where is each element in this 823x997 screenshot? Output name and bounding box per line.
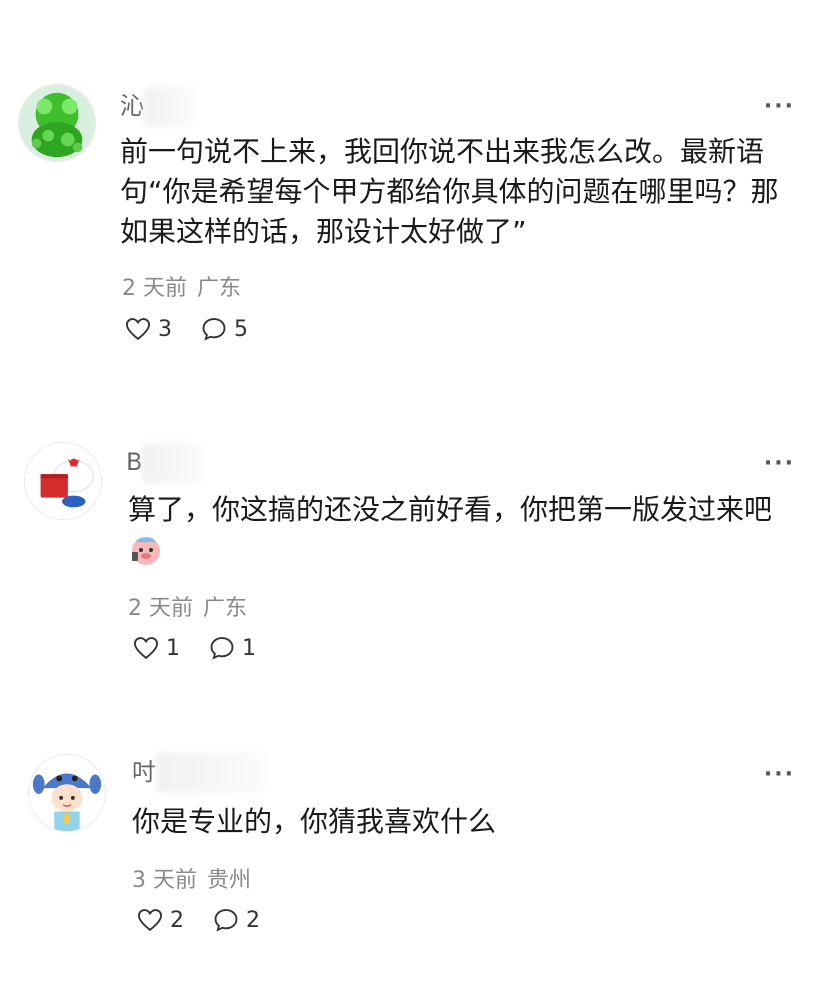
username-redacted [156, 753, 268, 793]
comment-actions: 3 5 [124, 315, 276, 343]
avatar[interactable] [28, 754, 106, 832]
comment-time: 2 天前 [128, 596, 193, 621]
like-button[interactable]: 2 [136, 906, 184, 934]
comment-bubble-icon [214, 909, 238, 932]
avatar[interactable] [18, 84, 96, 162]
username[interactable]: 吋 [132, 752, 268, 793]
more-options-icon[interactable]: ··· [764, 96, 795, 118]
comment-time: 2 天前 [122, 276, 187, 301]
comment-time: 3 天前 [132, 868, 197, 893]
comment-location: 贵州 [207, 868, 252, 893]
comment-bubble-icon [210, 637, 234, 660]
reply-button[interactable]: 1 [208, 634, 256, 662]
reply-count: 2 [246, 907, 260, 933]
comment-actions: 2 2 [136, 906, 288, 934]
username-text: 沁 [120, 92, 144, 120]
avatar[interactable] [24, 442, 102, 520]
username-redacted [144, 87, 196, 127]
username[interactable]: 沁 [120, 86, 196, 127]
like-count: 1 [166, 635, 180, 661]
like-button[interactable]: 3 [124, 315, 172, 343]
comment-meta: 2 天前 广东 [128, 590, 247, 622]
reply-button[interactable]: 5 [200, 315, 248, 343]
comment-bubble-icon [202, 318, 226, 341]
reply-count: 1 [242, 635, 256, 661]
like-count: 2 [170, 907, 184, 933]
comment-text: 你是专业的，你猜我喜欢什么 [132, 805, 497, 838]
username-redacted [142, 443, 205, 483]
like-button[interactable]: 1 [132, 634, 180, 662]
comment-meta: 3 天前 贵州 [132, 862, 251, 894]
heart-icon [133, 637, 159, 660]
comment-actions: 1 1 [132, 634, 284, 662]
sticker-emoji-icon [128, 532, 164, 572]
comment-meta: 2 天前 广东 [122, 270, 241, 302]
more-options-icon[interactable]: ··· [764, 453, 795, 475]
username-text: 吋 [132, 758, 156, 786]
avatar-hello-kitty-image [25, 443, 101, 519]
heart-icon [125, 318, 151, 341]
reply-button[interactable]: 2 [212, 906, 260, 934]
comment-text: 算了，你这搞的还没之前好看，你把第一版发过来吧 [128, 493, 773, 526]
comment-text: 前一句说不上来，我回你说不出来我怎么改。最新语句“你是希望每个甲方都给你具体的问… [120, 135, 779, 248]
username[interactable]: B [126, 442, 205, 483]
comment-location: 广东 [203, 596, 248, 621]
comment-location: 广东 [197, 276, 242, 301]
heart-icon [137, 909, 163, 932]
more-options-icon[interactable]: ··· [764, 764, 795, 786]
avatar-green-frog-image [19, 85, 95, 161]
username-text: B [126, 448, 143, 476]
like-count: 3 [158, 316, 172, 342]
reply-count: 5 [234, 316, 248, 342]
avatar-stitch-hat-girl-image [29, 755, 105, 831]
